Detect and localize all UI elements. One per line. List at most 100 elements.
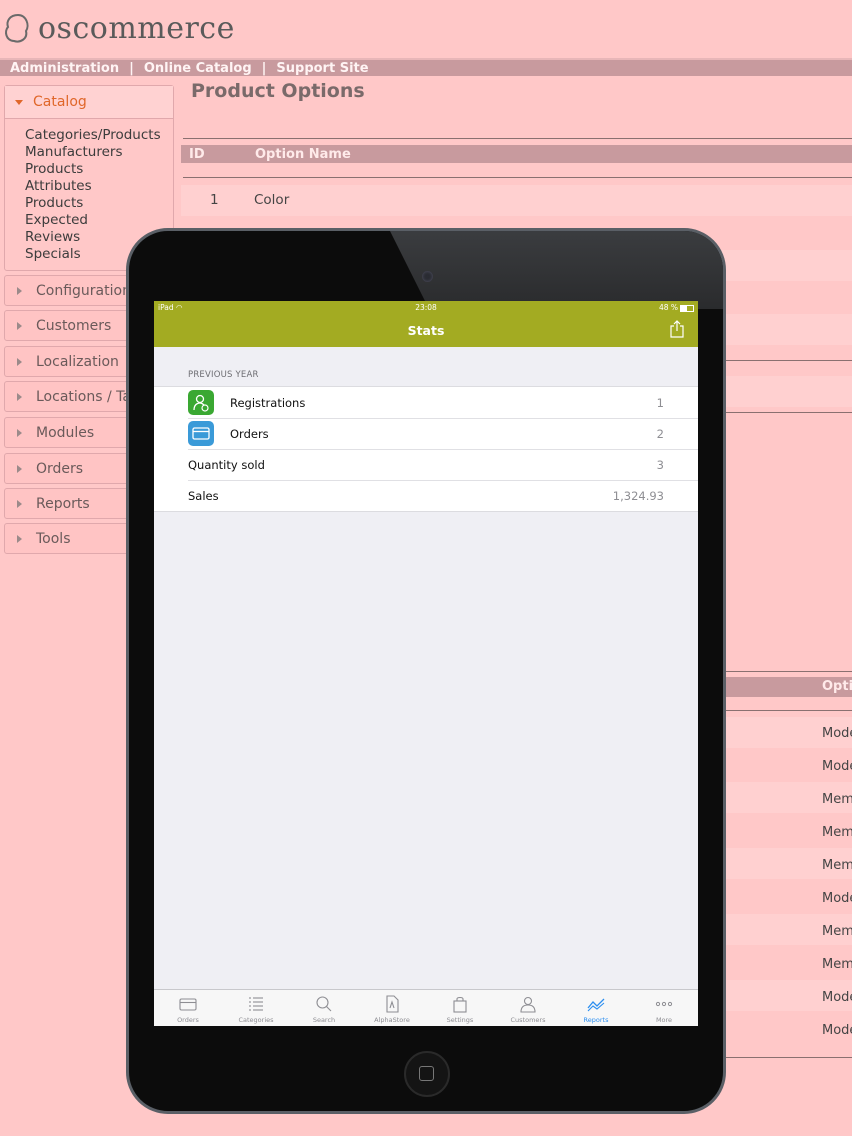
chevron-right-icon: [17, 321, 22, 330]
chevron-right-icon: [17, 499, 22, 508]
catalog-link-attributes[interactable]: Attributes: [25, 178, 173, 195]
sidebar-item-label: Reports: [36, 495, 90, 512]
divider: [183, 138, 852, 139]
search-icon: [316, 996, 332, 1012]
option-value: Mem: [822, 858, 852, 873]
chevron-right-icon: [17, 534, 22, 543]
divider: [183, 177, 852, 178]
logo-icon: [5, 13, 29, 43]
sidebar-item-label: Configuration: [36, 282, 131, 299]
tab-label: AlphaStore: [374, 1016, 410, 1024]
tab-label: Categories: [238, 1016, 274, 1024]
option-value: Mode: [822, 759, 852, 774]
page-title: Product Options: [191, 80, 365, 102]
chevron-right-icon: [17, 357, 22, 366]
sidebar-catalog-header[interactable]: Catalog: [5, 86, 173, 119]
option-value: Mode: [822, 1023, 852, 1038]
column-header-option-name: Option Name: [255, 146, 351, 162]
chevron-right-icon: [17, 428, 22, 437]
home-square-icon: [419, 1066, 434, 1081]
tab-categories[interactable]: Categories: [222, 990, 290, 1026]
tab-alphastore[interactable]: AlphaStore: [358, 990, 426, 1026]
nav-separator: |: [261, 60, 267, 76]
nav-title: Stats: [407, 323, 445, 338]
stats-row-registrations[interactable]: Registrations 1: [154, 387, 698, 418]
person-icon: [520, 996, 536, 1013]
bag-icon: [453, 996, 467, 1013]
stats-row-quantity-sold[interactable]: Quantity sold 3: [154, 449, 698, 480]
nav-administration[interactable]: Administration: [10, 61, 119, 76]
catalog-link-products-expected[interactable]: Products: [25, 195, 173, 212]
tab-customers[interactable]: Customers: [494, 990, 562, 1026]
list-icon: [249, 997, 263, 1011]
sidebar-item-label: Customers: [36, 317, 112, 334]
bezel-glare: [389, 231, 723, 309]
option-value: Mode: [822, 891, 852, 906]
section-header: PREVIOUS YEAR: [188, 370, 259, 380]
admin-top-nav: Administration | Online Catalog | Suppor…: [0, 58, 852, 76]
tab-more[interactable]: More: [630, 990, 698, 1026]
option-value: Mem: [822, 792, 852, 807]
sidebar-item-label: Localization: [36, 353, 119, 370]
share-icon[interactable]: [670, 320, 684, 338]
stats-label: Sales: [188, 488, 219, 503]
column-header-id: ID: [189, 146, 205, 162]
tab-orders[interactable]: Orders: [154, 990, 222, 1026]
row-option-name: Color: [254, 192, 290, 208]
stats-label: Registrations: [230, 395, 306, 410]
stats-row-sales[interactable]: Sales 1,324.93: [154, 480, 698, 511]
chevron-down-icon: [15, 99, 23, 105]
tab-label: Orders: [177, 1016, 199, 1024]
tab-settings[interactable]: Settings: [426, 990, 494, 1026]
options-table-header: ID Option Name: [181, 145, 852, 163]
card-icon: [188, 421, 214, 446]
camera-icon: [422, 271, 433, 282]
battery-icon: [680, 304, 694, 312]
registrations-icon: [188, 390, 214, 415]
nav-support-site[interactable]: Support Site: [276, 61, 368, 76]
stats-value: 1,324.93: [612, 488, 664, 503]
row-id: 1: [210, 192, 219, 208]
chevron-right-icon: [17, 464, 22, 473]
sidebar-catalog-title: Catalog: [33, 94, 87, 110]
card-icon: [179, 998, 197, 1011]
ipad-device: iPad ◠ 23:08 48 % Stats PREVIOUS YEAR Re…: [126, 228, 726, 1114]
tab-label: Search: [312, 1016, 336, 1024]
stats-value: 3: [656, 457, 664, 472]
catalog-link-products[interactable]: Products: [25, 161, 173, 178]
chevron-right-icon: [17, 286, 22, 295]
stats-value: 2: [656, 426, 664, 441]
tab-label: Customers: [510, 1016, 546, 1024]
stats-label: Orders: [230, 426, 269, 441]
option-value: Mem: [822, 825, 852, 840]
sidebar-item-label: Tools: [36, 530, 71, 547]
option-value: Mem: [822, 924, 852, 939]
tab-search[interactable]: Search: [290, 990, 358, 1026]
oscommerce-logo[interactable]: oscommerce: [2, 8, 235, 48]
document-icon: [386, 995, 399, 1013]
tab-label: More: [655, 1016, 673, 1024]
tab-label: Reports: [583, 1016, 609, 1024]
chart-icon: [587, 998, 605, 1012]
nav-online-catalog[interactable]: Online Catalog: [144, 61, 252, 76]
tab-reports[interactable]: Reports: [562, 990, 630, 1026]
sidebar-item-label: Modules: [36, 424, 95, 441]
status-bar: iPad ◠ 23:08 48 %: [158, 303, 694, 313]
sidebar-item-label: Orders: [36, 460, 84, 477]
stats-row-orders[interactable]: Orders 2: [154, 418, 698, 449]
logo-text: oscommerce: [38, 10, 235, 46]
nav-separator: |: [129, 60, 134, 76]
option-value: Mode: [822, 726, 852, 741]
option-value: Mode: [822, 990, 852, 1005]
ipad-screen: iPad ◠ 23:08 48 % Stats PREVIOUS YEAR Re…: [154, 301, 698, 1026]
stats-table: Registrations 1 Orders 2 Quantity sold 3…: [154, 386, 698, 512]
catalog-link-categories[interactable]: Categories/Products: [25, 127, 173, 144]
catalog-link-manufacturers[interactable]: Manufacturers: [25, 144, 173, 161]
nav-bar: iPad ◠ 23:08 48 % Stats: [154, 301, 698, 347]
home-button[interactable]: [404, 1051, 450, 1097]
catalog-link-expected[interactable]: Expected: [25, 212, 173, 229]
stats-value: 1: [656, 395, 664, 410]
more-icon: [655, 1001, 673, 1007]
tab-label: Settings: [446, 1016, 474, 1024]
option-value: Mem: [822, 957, 852, 972]
